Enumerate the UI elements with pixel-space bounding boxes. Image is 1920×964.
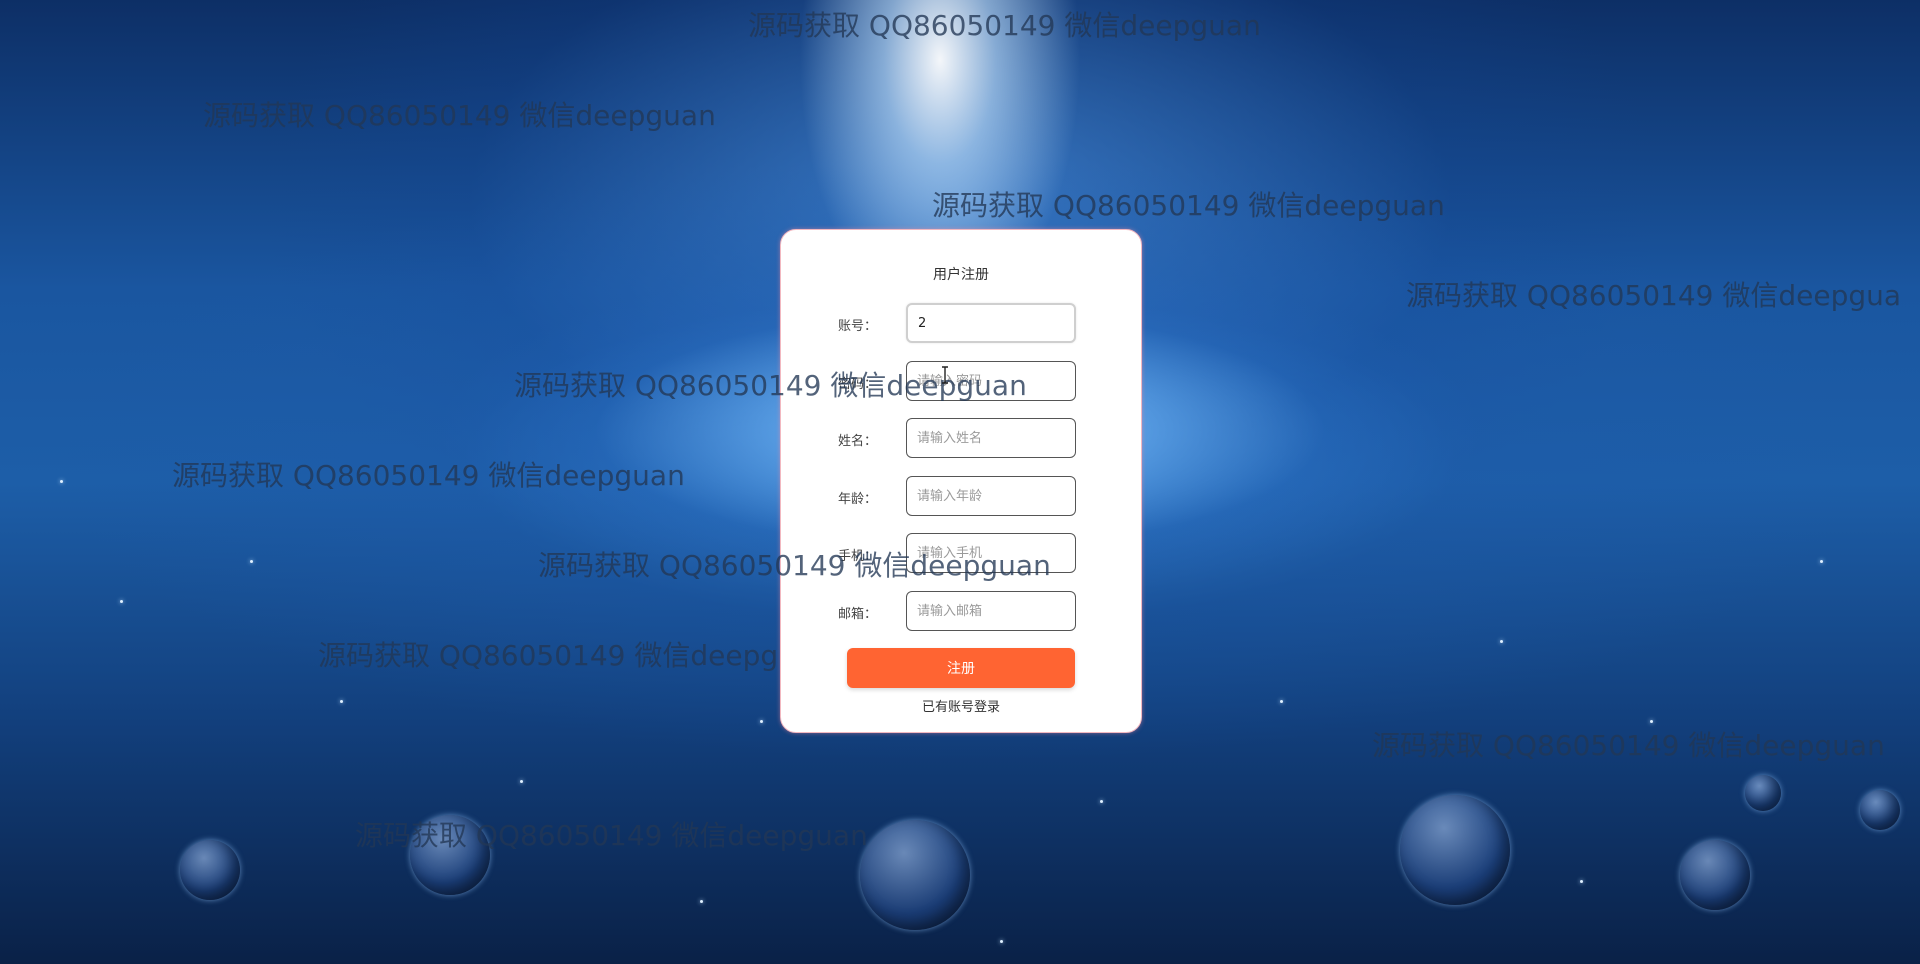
star-dot	[1580, 880, 1583, 883]
age-input[interactable]	[906, 476, 1076, 516]
star-dot	[1100, 800, 1103, 803]
star-dot	[340, 700, 343, 703]
password-row: 密码：	[781, 361, 1141, 401]
star-dot	[1500, 640, 1503, 643]
register-button[interactable]: 注册	[847, 648, 1075, 688]
star-dot	[760, 720, 763, 723]
phone-input[interactable]	[906, 533, 1076, 573]
text-cursor-icon	[942, 366, 948, 384]
age-row: 年龄：	[781, 476, 1141, 516]
email-row: 邮箱：	[781, 591, 1141, 631]
planet-graphic	[410, 815, 490, 895]
form-title: 用户注册	[933, 267, 989, 283]
star-dot	[60, 480, 63, 483]
phone-row: 手机：	[781, 533, 1141, 573]
planet-graphic	[1860, 790, 1900, 830]
phone-label: 手机：	[837, 549, 877, 564]
name-input[interactable]	[906, 418, 1076, 458]
planet-graphic	[860, 820, 970, 930]
password-input[interactable]	[906, 361, 1076, 401]
email-label: 邮箱：	[837, 607, 877, 622]
account-label: 账号：	[837, 319, 877, 334]
account-input[interactable]	[906, 303, 1076, 343]
register-card: 用户注册 账号： 密码： 姓名： 年龄： 手机： 邮箱： 注册 已有账号登录	[780, 229, 1142, 733]
star-dot	[1820, 560, 1823, 563]
star-dot	[250, 560, 253, 563]
planet-graphic	[180, 840, 240, 900]
age-label: 年龄：	[837, 492, 877, 507]
star-dot	[1280, 700, 1283, 703]
login-link[interactable]: 已有账号登录	[781, 696, 1141, 715]
star-dot	[1650, 720, 1653, 723]
name-label: 姓名：	[837, 434, 877, 449]
planet-graphic	[1680, 840, 1750, 910]
star-dot	[1000, 940, 1003, 943]
star-dot	[520, 780, 523, 783]
planet-graphic	[1745, 775, 1781, 811]
account-row: 账号：	[781, 303, 1141, 343]
password-label: 密码：	[837, 377, 877, 392]
planet-graphic	[1400, 795, 1510, 905]
star-dot	[700, 900, 703, 903]
name-row: 姓名：	[781, 418, 1141, 458]
star-dot	[120, 600, 123, 603]
email-input[interactable]	[906, 591, 1076, 631]
